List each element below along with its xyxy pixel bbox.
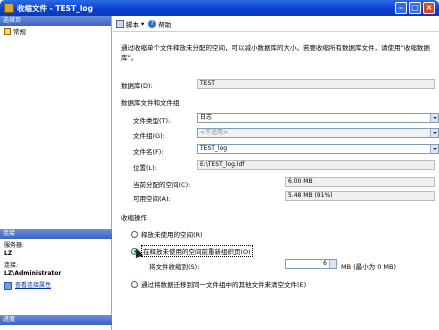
chevron-down-icon (430, 145, 438, 153)
allocated-space-field: 6.00 MB (285, 177, 435, 187)
view-connection-properties-link[interactable]: 查看连接属性 (15, 282, 51, 290)
connection-header: 连接 (0, 229, 112, 239)
shrink-to-label: 将文件收缩到(S): (149, 263, 200, 271)
connection-section: 连接 服务器: LZ 连接: LZ\Administrator 查看连接属性 (0, 229, 112, 293)
window-title: 收缩文件 - TEST_log (17, 4, 93, 13)
help-button[interactable]: ? 帮助 (148, 19, 171, 29)
select-page-header: 选择页 (0, 16, 111, 26)
connection-value: LZ\Administrator (4, 270, 62, 277)
file-type-value: 日志 (200, 114, 213, 121)
connection-properties-icon (4, 282, 12, 290)
location-label: 位置(L): (133, 164, 157, 172)
radio-empty-file[interactable] (131, 280, 138, 288)
minimize-button[interactable]: – (395, 2, 407, 14)
left-pane: 选择页 常规 连接 服务器: LZ 连接: LZ\Administrator 查… (0, 16, 112, 330)
description-text: 通过收缩单个文件释放未分配的空间，可以减小数据库的大小。若要收缩所有数据库文件，… (121, 44, 430, 62)
filename-label: 文件名(F): (133, 148, 164, 156)
chevron-down-icon: ▾ (141, 19, 145, 28)
files-group-title: 数据库文件和文件组 (121, 99, 180, 107)
shrink-to-stepper[interactable]: 6 (285, 259, 337, 269)
shrink-action-title: 收缩操作 (121, 214, 147, 222)
database-label: 数据库(D): (121, 82, 153, 90)
location-field: E:\TEST_log.ldf (197, 160, 435, 170)
help-label: 帮助 (158, 20, 172, 29)
file-type-label: 文件类型(T): (133, 117, 171, 125)
toolbar: 脚本 ▾ ? 帮助 (113, 16, 439, 32)
page-icon (4, 27, 11, 35)
page-item-general[interactable]: 常规 (0, 26, 111, 36)
main-pane: 脚本 ▾ ? 帮助 通过收缩单个文件释放未分配的空间，可以减小数据库的大小。若要… (113, 16, 439, 330)
page-item-label: 常规 (13, 28, 26, 36)
close-button[interactable]: × (423, 2, 435, 14)
release-unused-space-option[interactable]: 释放未使用的空间(R) (131, 229, 203, 239)
app-icon (4, 3, 14, 13)
reorganize-pages-option[interactable]: 在释放未使用的空间前重新组织页(O) (131, 245, 253, 257)
help-icon: ? (148, 19, 157, 28)
database-field: TEST (197, 79, 435, 89)
filegroup-label: 文件组(G): (133, 132, 165, 140)
script-icon (116, 19, 124, 28)
shrink-to-value: 6 (323, 260, 327, 267)
stepper-arrows-icon[interactable] (329, 260, 336, 268)
title-bar: 收缩文件 - TEST_log – □ × (0, 0, 439, 16)
server-label: 服务器: (4, 242, 25, 249)
shrink-unit-label: MB (最小为 0 MB) (341, 263, 397, 271)
file-type-dropdown[interactable]: 日志 (197, 113, 439, 123)
maximize-button[interactable]: □ (409, 2, 421, 14)
allocated-space-label: 当前分配的空间(C): (133, 181, 191, 189)
available-space-field: 5.48 MB (91%) (285, 191, 435, 201)
chevron-down-icon (430, 114, 438, 122)
release-unused-label: 释放未使用的空间(R) (141, 231, 203, 239)
filegroup-value: <不适用> (200, 129, 229, 136)
filename-dropdown[interactable]: TEST_log (197, 144, 439, 154)
available-space-label: 可用空间(A): (133, 195, 171, 203)
connection-label: 连接: (4, 262, 19, 269)
progress-section: 进度 (0, 315, 112, 330)
empty-file-label: 通过将数据迁移到同一文件组中的其他文件来清空文件(E) (141, 281, 307, 289)
filename-value: TEST_log (200, 145, 228, 152)
radio-release-unused[interactable] (131, 230, 138, 238)
progress-header: 进度 (0, 315, 112, 325)
script-button[interactable]: 脚本 ▾ (116, 19, 144, 29)
server-value: LZ (4, 250, 13, 257)
filegroup-dropdown: <不适用> (197, 128, 439, 138)
script-label: 脚本 (126, 20, 139, 29)
empty-file-option[interactable]: 通过将数据迁移到同一文件组中的其他文件来清空文件(E) (131, 279, 306, 289)
chevron-down-icon (430, 129, 438, 137)
reorganize-pages-label: 在释放未使用的空间前重新组织页(O) (141, 245, 253, 257)
